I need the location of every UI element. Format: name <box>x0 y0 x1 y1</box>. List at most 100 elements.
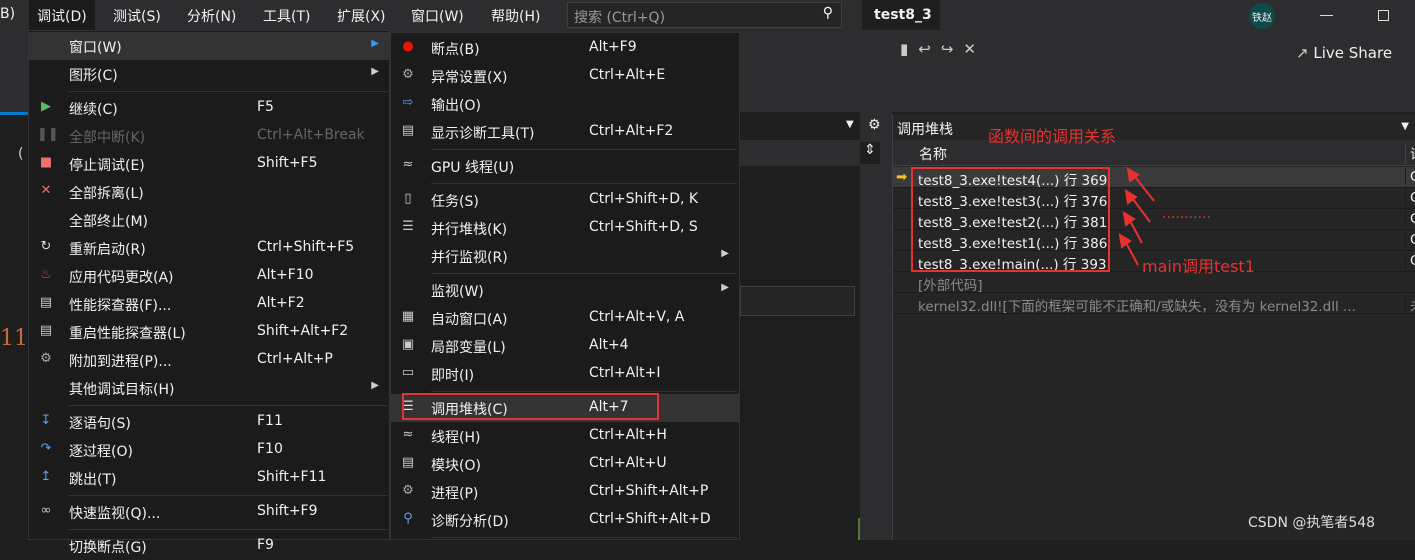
menu-item-label: 跳出(T) <box>69 472 117 488</box>
avatar[interactable]: 铁赵 <box>1249 3 1275 29</box>
menu-separator <box>69 405 387 406</box>
menu-item-a[interactable]: ♨ 应用代码更改(A) Alt+F10 <box>29 262 389 290</box>
menu-item-f[interactable]: ▤ 性能探查器(F)... Alt+F2 <box>29 290 389 318</box>
editor-tab-indicator <box>0 112 28 115</box>
menu-item-c[interactable]: ▶ 继续(C) F5 <box>29 94 389 122</box>
column-language[interactable]: 语 <box>1405 144 1415 164</box>
menu-item-label: 应用代码更改(A) <box>69 270 174 286</box>
menubar-item-h[interactable]: 帮助(H) <box>491 6 540 26</box>
menu-item-shortcut: F5 <box>257 99 274 115</box>
menu-item-l[interactable]: ▤ 重启性能探查器(L) Shift+Alt+F2 <box>29 318 389 346</box>
annotation-title: 函数间的调用关系 <box>988 127 1117 146</box>
flame-icon: ♨ <box>40 267 52 282</box>
menu-item-r[interactable]: 并行监视(R) ▶ <box>391 242 739 270</box>
menubar-item-t[interactable]: 工具(T) <box>263 6 310 26</box>
debug-menu: 窗口(W) ▶ 图形(C) ▶ ▶ 继续(C) F5 ❚❚ 全部中断(K) Ctrl+Alt+Br… <box>28 30 390 556</box>
gear-icon[interactable]: ⚙ <box>868 117 881 133</box>
menu-separator <box>69 91 387 92</box>
menubar-item-s[interactable]: 测试(S) <box>113 6 161 26</box>
menu-item-shortcut: Ctrl+Shift+F5 <box>257 239 355 255</box>
menu-item-label: 逐过程(O) <box>69 444 133 460</box>
menu-item-t[interactable]: ▤ 显示诊断工具(T) Ctrl+Alt+F2 <box>391 118 739 146</box>
menu-item-r[interactable]: ↻ 重新启动(R) Ctrl+Shift+F5 <box>29 234 389 262</box>
menu-item-b[interactable]: ● 断点(B) Alt+F9 <box>391 34 739 62</box>
call-stack-row[interactable]: kernel32.dll![下面的框架可能不正确和/或缺失，没有为 kernel… <box>893 293 1415 315</box>
frame-language: 未 <box>1405 295 1415 315</box>
menu-item-label: 切换断点(G) <box>69 540 147 556</box>
menu-item-c[interactable]: 图形(C) ▶ <box>29 60 389 88</box>
menu-item-l[interactable]: ▣ 局部变量(L) Alt+4 <box>391 332 739 360</box>
menu-item-shortcut: Ctrl+Alt+H <box>589 427 667 443</box>
menu-item-a[interactable]: ▦ 自动窗口(A) Ctrl+Alt+V, A <box>391 304 739 332</box>
menu-item-label: 停止调试(E) <box>69 158 145 174</box>
menu-item-k[interactable]: ❚❚ 全部中断(K) Ctrl+Alt+Break <box>29 122 389 150</box>
menu-item-x[interactable]: ⚙ 异常设置(X) Ctrl+Alt+E <box>391 62 739 90</box>
menu-item-gpu-u[interactable]: ≈ GPU 线程(U) <box>391 152 739 180</box>
frame-name: kernel32.dll![下面的框架可能不正确和/或缺失，没有为 kernel… <box>918 299 1356 315</box>
menu-item-i[interactable]: ▭ 即时(I) Ctrl+Alt+I <box>391 360 739 388</box>
menu-item-label: 监视(W) <box>431 284 484 300</box>
menu-item-h[interactable]: ≈ 线程(H) Ctrl+Alt+H <box>391 422 739 450</box>
menubar-item-w[interactable]: 窗口(W) <box>411 6 464 26</box>
menu-item-shortcut: Ctrl+Shift+D, S <box>589 219 698 235</box>
threads-icon: ≈ <box>402 157 414 172</box>
annotation-arrows <box>1118 167 1155 266</box>
menu-item-label: 模块(O) <box>431 458 481 474</box>
bookmark-icons[interactable]: ▮↩↪✕ <box>900 40 986 58</box>
menu-item-e[interactable]: ■ 停止调试(E) Shift+F5 <box>29 150 389 178</box>
menu-item-l[interactable]: ✕ 全部拆离(L) <box>29 178 389 206</box>
menu-item-w[interactable]: 窗口(W) ▶ <box>29 32 389 60</box>
search-input[interactable]: 搜索 (Ctrl+Q) ⚲ <box>567 2 842 28</box>
menu-item-shortcut: Ctrl+Alt+U <box>589 455 667 471</box>
menu-item-d[interactable]: ⚲ 诊断分析(D) Ctrl+Shift+Alt+D <box>391 506 739 534</box>
menu-item-p[interactable]: ⚙ 进程(P) Ctrl+Shift+Alt+P <box>391 478 739 506</box>
editor-input-box[interactable] <box>740 286 855 316</box>
column-name[interactable]: 名称 <box>919 144 947 164</box>
menu-item-label: 其他调试目标(H) <box>69 382 175 398</box>
menu-item-k[interactable]: ☰ 并行堆栈(K) Ctrl+Shift+D, S <box>391 214 739 242</box>
menu-item-g[interactable]: 切换断点(G) F9 <box>29 532 389 560</box>
editor-tab[interactable]: ( <box>18 146 23 162</box>
gears-icon: ⚙ <box>402 483 414 498</box>
menu-item-o[interactable]: ⇨ 输出(O) <box>391 90 739 118</box>
arrow-head-3 <box>1122 211 1136 227</box>
step-over-icon: ↷ <box>40 441 52 456</box>
menu-item-w[interactable]: 监视(W) ▶ <box>391 276 739 304</box>
menu-item-shortcut: Alt+4 <box>589 337 629 353</box>
menu-item-label: 全部中断(K) <box>69 130 146 146</box>
menubar-item-x[interactable]: 扩展(X) <box>337 6 386 26</box>
exception-icon: ⚙ <box>402 67 414 82</box>
menu-item-h[interactable]: 其他调试目标(H) ▶ <box>29 374 389 402</box>
menu-item-m[interactable]: 全部终止(M) <box>29 206 389 234</box>
menu-item-q[interactable]: ∞ 快速监视(Q)... Shift+F9 <box>29 498 389 526</box>
profiler-icon: ▤ <box>39 323 53 338</box>
menu-item-label: 即时(I) <box>431 368 475 384</box>
menu-item-label: 性能探查器(F)... <box>69 298 172 314</box>
panel-menu-icon[interactable]: ▼ <box>1401 121 1409 132</box>
menu-item-p[interactable]: ⚙ 附加到进程(P)... Ctrl+Alt+P <box>29 346 389 374</box>
split-icon[interactable]: ⇕ <box>860 142 880 164</box>
menu-item-s[interactable]: ▯ 任务(S) Ctrl+Shift+D, K <box>391 186 739 214</box>
menu-item-s[interactable]: ↧ 逐语句(S) F11 <box>29 408 389 436</box>
menubar-item-n[interactable]: 分析(N) <box>187 6 236 26</box>
menu-item-shortcut: Ctrl+Alt+E <box>589 67 666 83</box>
menubar-item-d[interactable]: 调试(D) <box>29 0 95 30</box>
gears-icon: ⚙ <box>40 351 52 366</box>
minimize-button[interactable] <box>1320 15 1333 16</box>
chevron-right-icon: ▶ <box>371 66 379 77</box>
dropdown-icon[interactable]: ▼ <box>846 119 854 130</box>
menubar-item-b[interactable]: B) <box>0 6 15 22</box>
frame-language: C <box>1405 232 1415 248</box>
menu-item-shortcut: Ctrl+Shift+Alt+P <box>589 483 709 499</box>
menu-item-t[interactable]: ↥ 跳出(T) Shift+F11 <box>29 464 389 492</box>
menu-item-label: 局部变量(L) <box>431 340 506 356</box>
editor-header <box>740 140 860 166</box>
menu-item-label: 并行监视(R) <box>431 250 508 266</box>
live-share-button[interactable]: ↗ Live Share <box>1296 44 1392 62</box>
chevron-right-icon: ▶ <box>721 248 729 259</box>
menu-item-o[interactable]: ↷ 逐过程(O) F10 <box>29 436 389 464</box>
menu-separator <box>431 273 737 274</box>
menu-item-o[interactable]: ▤ 模块(O) Ctrl+Alt+U <box>391 450 739 478</box>
menu-item-label: 自动窗口(A) <box>431 312 508 328</box>
restore-button[interactable] <box>1378 10 1389 21</box>
